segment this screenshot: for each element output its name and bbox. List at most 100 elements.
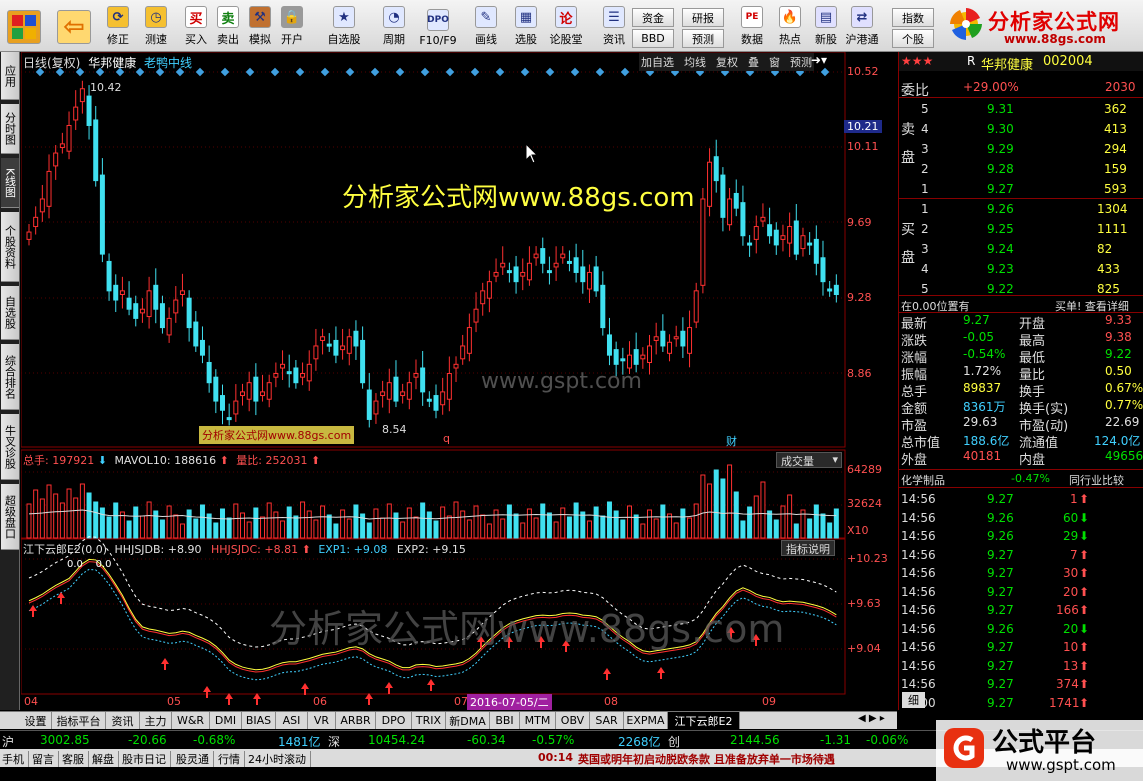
cycle-button[interactable]: ◔ 周期 — [376, 3, 412, 49]
chart-header-button[interactable]: 加自选 — [639, 53, 676, 71]
bid-row[interactable]: 3 9.24 82 — [899, 240, 1143, 259]
pe-data-button[interactable]: PE 数据 — [734, 3, 770, 49]
candle — [700, 198, 706, 286]
event-marker-finance[interactable]: 财 — [726, 433, 737, 449]
indicator-tab[interactable]: 新DMA — [446, 712, 490, 729]
indicator-tab[interactable]: EXPMA — [624, 712, 668, 729]
bottom-link[interactable]: 解盘 — [92, 751, 119, 767]
indicator-tab[interactable]: TRIX — [412, 712, 446, 729]
ask-row[interactable]: 1 9.27 593 — [899, 180, 1143, 199]
indicator-tab[interactable]: W&R — [172, 712, 210, 729]
candle — [266, 382, 272, 400]
index-button[interactable]: 指数 — [892, 8, 934, 27]
ask-row[interactable]: 3 9.29 294 — [899, 140, 1143, 159]
pencil-button[interactable]: ✎ 画线 — [468, 3, 504, 49]
ipo-button[interactable]: ▤ 新股 — [808, 3, 844, 49]
bottom-link[interactable]: 手机 — [2, 751, 29, 767]
candle — [106, 260, 112, 292]
volume-bar — [700, 474, 706, 539]
period-mode[interactable]: 日线(复权) — [23, 56, 80, 70]
bottom-link[interactable]: 客服 — [62, 751, 89, 767]
candle — [366, 389, 372, 420]
research-report-button[interactable]: 研报 — [682, 8, 724, 27]
bottom-link[interactable]: 股灵通 — [176, 751, 214, 767]
indicator-tab[interactable]: VR — [308, 712, 336, 729]
chart-header-button[interactable]: 复权 — [714, 53, 740, 71]
stock-button[interactable]: 个股 — [892, 29, 934, 48]
hammer-button[interactable]: ⚒ 模拟 — [242, 3, 278, 49]
bid-row[interactable]: 1 9.26 1304 — [899, 200, 1143, 219]
bid-row[interactable]: 4 9.23 433 — [899, 260, 1143, 279]
tab-kline[interactable]: K线图 — [1, 158, 19, 208]
indicator-tab[interactable]: 设置 — [20, 712, 52, 729]
indicator-tab[interactable]: 主力 — [140, 712, 172, 729]
indicator-tab[interactable]: DPO — [376, 712, 412, 729]
bid-row[interactable]: 2 9.25 1111 — [899, 220, 1143, 239]
chart-area[interactable]: 日线(复权) 华邦健康 老鸭中线 加自选 均线 复权叠窗预测 ➜▾ 分析家公式网ww… — [20, 51, 897, 710]
tab-apps[interactable]: 应用 — [1, 52, 19, 100]
refresh-button[interactable]: ⟳ 修正 — [100, 3, 136, 49]
buy-button[interactable]: 买买入 — [178, 3, 214, 49]
ask-row[interactable]: 5 9.31 362 — [899, 100, 1143, 119]
industry-compare-link[interactable]: 同行业比较 — [1069, 472, 1124, 488]
forum-button[interactable]: 论论股堂 — [548, 3, 584, 49]
indicator-tab[interactable]: OBV — [556, 712, 590, 729]
volume-select[interactable]: 成交量 ▾ — [776, 452, 842, 468]
indicator-tab[interactable]: ASI — [276, 712, 308, 729]
low-price-label: 8.54 — [382, 423, 407, 436]
indicator-tab[interactable]: DMI — [210, 712, 242, 729]
funds-button[interactable]: 资金 — [632, 8, 674, 27]
stock-pick-button[interactable]: ▦ 选股 — [508, 3, 544, 49]
grid-app-button[interactable] — [2, 3, 46, 49]
chart-header-button[interactable]: 叠 — [746, 53, 761, 71]
indicator-header: 江下云郎E2(0,0) HHJSJDB: +8.90 HHJSJDC: +8.8… — [23, 541, 466, 557]
candle — [386, 382, 392, 400]
signal-diamond — [570, 67, 580, 77]
tab-scroll-arrows[interactable]: ◀ ▶ ▸ — [858, 713, 885, 724]
ask-row[interactable]: 2 9.28 159 — [899, 160, 1143, 179]
f10-button[interactable]: DPO F10/F9 — [419, 3, 457, 49]
tab-intraday[interactable]: 分时图 — [1, 104, 19, 154]
chart-menu-arrow-icon[interactable]: ➜▾ — [811, 53, 827, 67]
tab-ranking[interactable]: 综合排名 — [1, 344, 19, 410]
indicator-tab[interactable]: BIAS — [242, 712, 276, 729]
volume-bar — [59, 502, 65, 539]
signal-diamond — [395, 67, 405, 77]
volume-bar — [673, 522, 679, 539]
news-ticker[interactable]: 英国或明年初启动脱欧条款 且准备放弃单一市场待遇 — [578, 751, 835, 767]
indicator-tab[interactable]: 江下云郎E2 — [668, 712, 740, 729]
chart-header-button[interactable]: 均线 — [682, 53, 708, 71]
indicator-tab[interactable]: MTM — [520, 712, 556, 729]
ask-row[interactable]: 4 9.30 413 — [899, 120, 1143, 139]
star-button[interactable]: ★ 自选股 — [326, 3, 362, 49]
sell-button[interactable]: 卖卖出 — [210, 3, 246, 49]
tab-watchlist[interactable]: 自选股 — [1, 286, 19, 340]
bottom-link[interactable]: 股市日记 — [122, 751, 171, 767]
clock-button[interactable]: ◷ 测速 — [138, 3, 174, 49]
news-button[interactable]: ☰ 资讯 — [596, 3, 632, 49]
candle — [26, 231, 32, 240]
lock-button[interactable]: 🔒 开户 — [274, 3, 310, 49]
bottom-link[interactable]: 24小时滚动 — [248, 751, 311, 767]
volume-bar — [753, 495, 759, 539]
indicator-tab[interactable]: BBI — [490, 712, 520, 729]
indicator-tab[interactable]: 资讯 — [106, 712, 140, 729]
indicator-tab[interactable]: ARBR — [336, 712, 376, 729]
indicator-help-button[interactable]: 指标说明 — [781, 540, 835, 556]
tab-stock-profile[interactable]: 个股资料 — [1, 212, 19, 282]
sse-hkex-button[interactable]: ⇄ 沪港通 — [844, 3, 880, 49]
forecast-button[interactable]: 预测 — [682, 29, 724, 48]
indicator-tab[interactable]: SAR — [590, 712, 624, 729]
tab-super-quotes[interactable]: 超级盘口 — [1, 484, 19, 550]
tab-diagnosis[interactable]: 牛叉诊股 — [1, 414, 19, 480]
hot-button[interactable]: 🔥 热点 — [772, 3, 808, 49]
bbd-button[interactable]: BBD — [632, 29, 674, 48]
bottom-link[interactable]: 行情 — [218, 751, 245, 767]
indicator-name[interactable]: 老鸭中线 — [144, 56, 192, 70]
tick-detail-tab[interactable]: 细 — [902, 692, 925, 708]
indicator-tab[interactable]: 指标平台 — [52, 712, 106, 729]
chart-header-button[interactable]: 窗 — [767, 53, 782, 71]
back-arrow-button[interactable]: ⇦ — [52, 3, 96, 49]
bottom-link[interactable]: 留言 — [32, 751, 59, 767]
event-marker-q[interactable]: q — [443, 432, 450, 445]
